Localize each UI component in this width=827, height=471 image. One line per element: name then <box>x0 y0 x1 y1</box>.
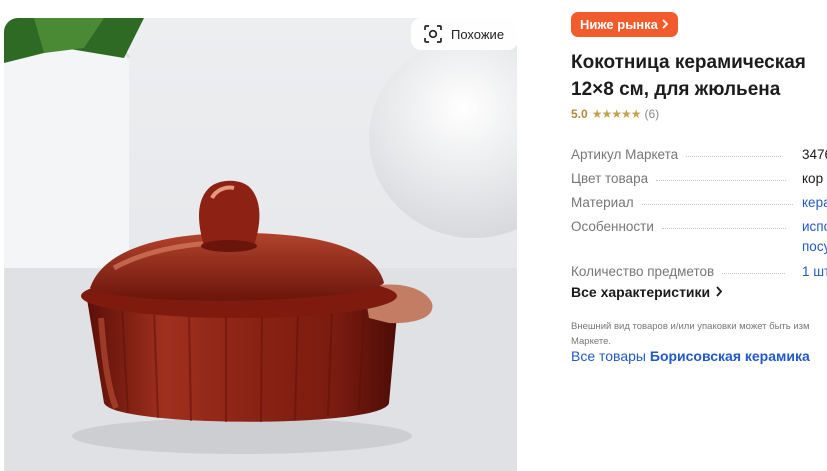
all-specs-label: Все характеристики <box>571 284 711 300</box>
product-title: Кокотница керамическая 12×8 см, для жюль… <box>571 49 827 103</box>
all-specs-link[interactable]: Все характеристики <box>571 284 723 300</box>
spec-value-link[interactable]: испо <box>802 219 827 234</box>
rating-stars-icon: ★★★★★ <box>591 107 642 121</box>
spec-dots <box>661 228 786 229</box>
product-info: Ниже рынка Кокотница керамическая 12×8 с… <box>571 0 827 471</box>
spec-value: кор <box>802 171 824 186</box>
spec-row-features: Особенности испо <box>571 214 827 234</box>
spec-key: Артикул Маркета <box>571 147 679 162</box>
brand-goods-link[interactable]: Все товары Борисовская керамика <box>571 348 810 364</box>
product-photo[interactable] <box>4 18 517 471</box>
similar-label: Похожие <box>451 26 505 42</box>
spec-key: Количество предметов <box>571 264 715 279</box>
spec-row-article: Артикул Маркета 3476 <box>571 142 827 162</box>
spec-row-quantity: Количество предметов 1 шт <box>571 259 827 279</box>
spec-value-link[interactable]: 1 шт <box>802 264 827 279</box>
spec-dots <box>722 273 786 274</box>
rating-value: 5.0 <box>571 107 588 121</box>
rating[interactable]: 5.0 ★★★★★ (6) <box>571 107 659 121</box>
review-count[interactable]: (6) <box>644 107 659 121</box>
cocotte-illustration <box>4 18 517 471</box>
spec-value-link[interactable]: кера <box>802 195 827 210</box>
chevron-right-icon <box>715 284 723 300</box>
brand-name[interactable]: Борисовская керамика <box>650 348 810 364</box>
spec-row-color: Цвет товара кор <box>571 166 827 186</box>
spec-row-features-cont: посу <box>571 234 827 254</box>
spec-key: Особенности <box>571 219 654 234</box>
visual-search-icon <box>423 24 443 44</box>
disclaimer-line-2: Маркете. <box>571 336 611 347</box>
spec-key: Цвет товара <box>571 171 649 186</box>
appearance-disclaimer: Внешний вид товаров и/или упаковки может… <box>571 319 827 349</box>
spec-dots <box>686 156 782 157</box>
spec-value: 3476 <box>802 147 827 162</box>
similar-products-button[interactable]: Похожие <box>411 18 518 50</box>
spec-dots <box>656 180 787 181</box>
spec-dots <box>641 204 793 205</box>
below-market-badge[interactable]: Ниже рынка <box>571 12 678 37</box>
badge-label: Ниже рынка <box>580 17 658 32</box>
spec-key: Материал <box>571 195 634 210</box>
chevron-right-icon <box>661 17 669 32</box>
all-goods-prefix[interactable]: Все товары <box>571 348 646 364</box>
title-line-2: 12×8 см, для жюльена <box>571 79 781 100</box>
spec-value-link[interactable]: посу <box>802 239 827 254</box>
spec-row-material: Материал кера <box>571 190 827 210</box>
disclaimer-line-1: Внешний вид товаров и/или упаковки может… <box>571 321 810 332</box>
title-line-1: Кокотница керамическая <box>571 52 806 73</box>
